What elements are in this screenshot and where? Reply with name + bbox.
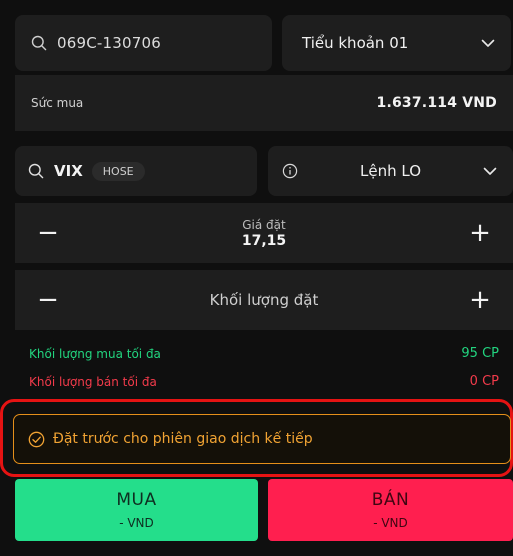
sell-button[interactable]: BÁN - VND — [268, 479, 513, 541]
subaccount-label: Tiểu khoản 01 — [302, 34, 409, 52]
chevron-down-icon — [483, 167, 497, 176]
order-type-select[interactable]: Lệnh LO — [268, 146, 513, 196]
order-type-label: Lệnh LO — [360, 162, 421, 180]
sell-label: BÁN — [371, 490, 410, 510]
max-buy-row: Khối lượng mua tối đa 95 CP — [29, 346, 499, 361]
symbol-search-field[interactable]: VIX HOSE — [15, 146, 257, 196]
info-icon[interactable] — [282, 163, 298, 179]
volume-stepper[interactable]: − Khối lượng đặt + — [15, 270, 513, 330]
volume-decrease-button[interactable]: − — [37, 287, 59, 313]
max-buy-label: Khối lượng mua tối đa — [29, 346, 161, 361]
check-circle-icon — [28, 431, 45, 448]
price-decrease-button[interactable]: − — [37, 220, 59, 246]
pre-session-label: Đặt trước cho phiên giao dịch kế tiếp — [53, 431, 313, 447]
price-stepper[interactable]: − Giá đặt 17,15 + — [15, 203, 513, 263]
search-icon — [31, 35, 47, 51]
max-buy-value: 95 CP — [461, 346, 499, 361]
price-increase-button[interactable]: + — [469, 220, 491, 246]
subaccount-select[interactable]: Tiểu khoản 01 — [282, 15, 511, 71]
symbol-code: VIX — [54, 162, 83, 180]
price-value: 17,15 — [241, 232, 287, 249]
exchange-badge: HOSE — [91, 161, 145, 181]
account-number: 069C-130706 — [57, 34, 161, 52]
account-search-field[interactable]: 069C-130706 — [15, 15, 272, 71]
buy-amount: - VND — [119, 516, 154, 530]
max-sell-label: Khối lượng bán tối đa — [29, 374, 157, 389]
buying-power-value: 1.637.114 VND — [376, 95, 497, 111]
volume-increase-button[interactable]: + — [469, 287, 491, 313]
buy-label: MUA — [116, 490, 157, 510]
search-icon — [28, 163, 44, 179]
max-sell-row: Khối lượng bán tối đa 0 CP — [29, 374, 499, 389]
sell-amount: - VND — [373, 516, 408, 530]
buying-power-row: Sức mua 1.637.114 VND — [15, 75, 513, 131]
volume-placeholder[interactable]: Khối lượng đặt — [210, 291, 319, 309]
pre-session-order-toggle[interactable]: Đặt trước cho phiên giao dịch kế tiếp — [13, 414, 511, 464]
buying-power-label: Sức mua — [31, 96, 84, 110]
max-sell-value: 0 CP — [469, 374, 499, 389]
chevron-down-icon — [481, 39, 495, 48]
buy-button[interactable]: MUA - VND — [15, 479, 258, 541]
price-label: Giá đặt — [242, 217, 286, 232]
price-display[interactable]: Giá đặt 17,15 — [242, 218, 286, 249]
